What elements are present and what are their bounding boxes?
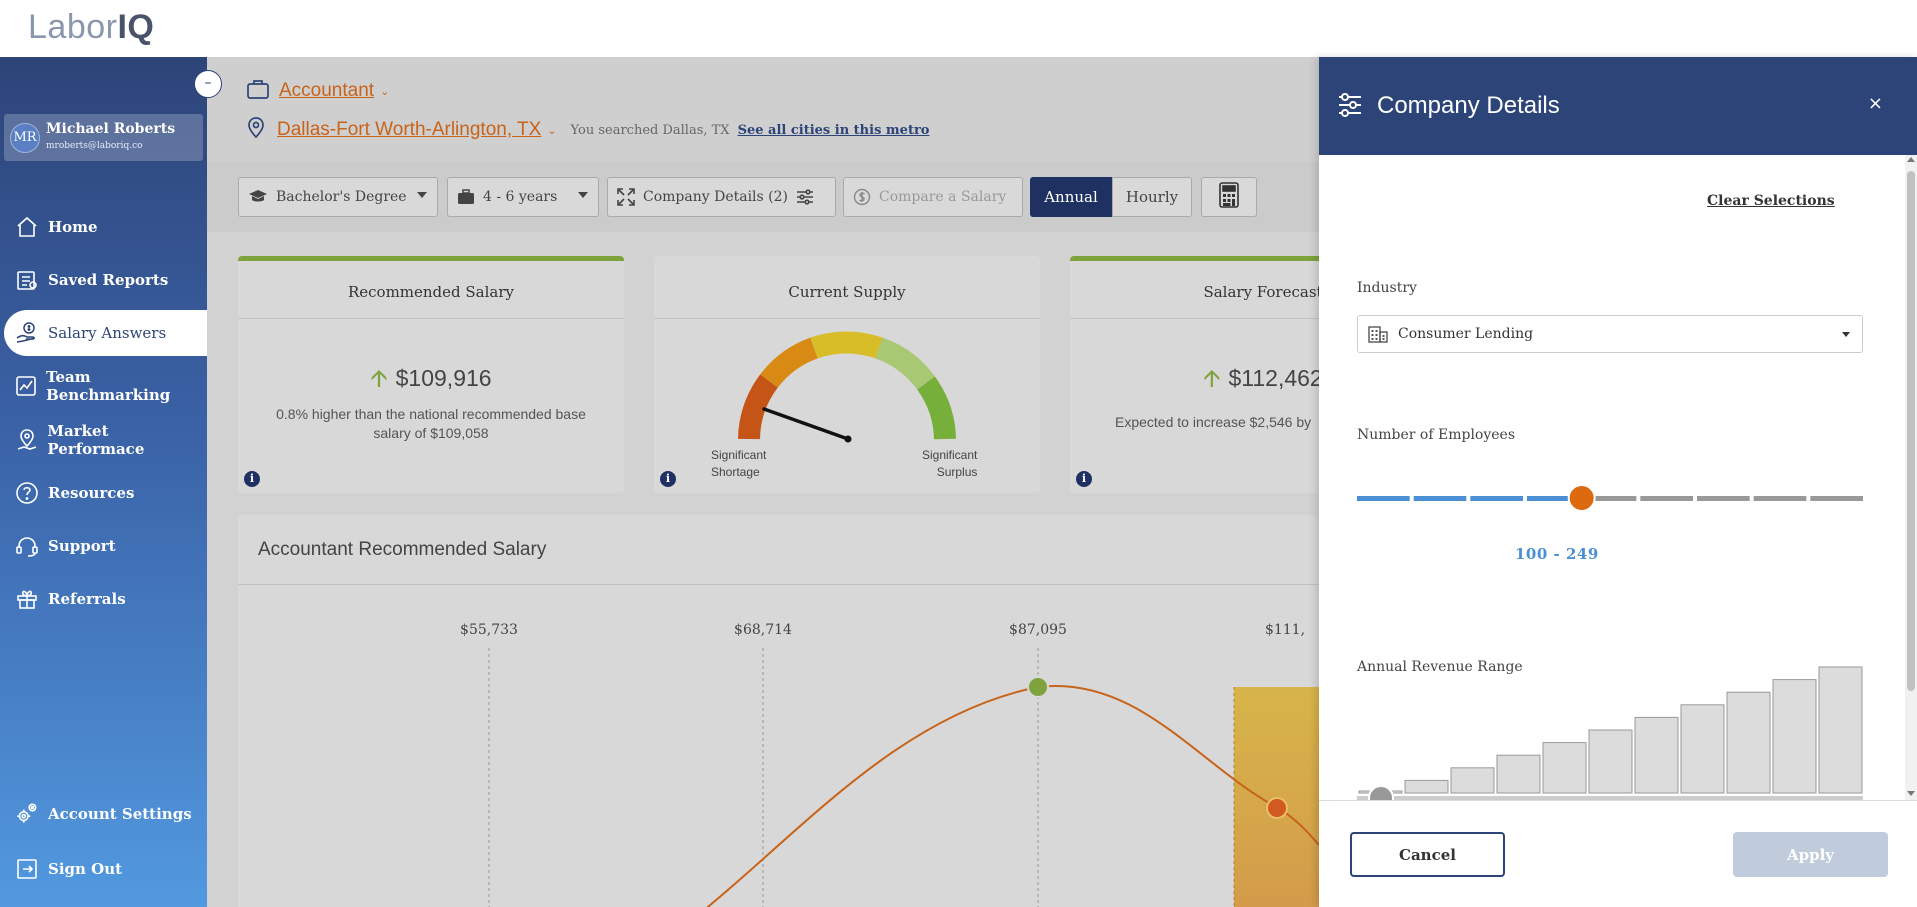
revenue-bar [1404, 779, 1449, 794]
user-email: mroberts@laboriq.co [46, 141, 143, 151]
sidebar: MR Michael Roberts mroberts@laboriq.co H… [0, 57, 207, 907]
laboriq-logo[interactable]: LaborIQ [28, 8, 154, 47]
revenue-bar [1450, 767, 1495, 794]
sidebar-item-support[interactable]: Support [4, 523, 207, 569]
slider-handle[interactable] [1567, 484, 1596, 512]
sidebar-item-home[interactable]: Home [4, 204, 207, 250]
employees-label: Number of Employees [1357, 427, 1516, 443]
sidebar-item-label: Sign Out [48, 860, 123, 878]
sidebar-item-team-benchmarking[interactable]: Team Benchmarking [4, 363, 207, 409]
sidebar-item-label: Home [48, 218, 98, 236]
revenue-slider-handle[interactable] [1368, 785, 1394, 800]
slider-segment[interactable] [1640, 496, 1693, 501]
sidebar-item-sign-out[interactable]: Sign Out [4, 846, 207, 892]
sidebar-item-saved-reports[interactable]: Saved Reports [4, 257, 207, 303]
drawer-body: Clear Selections Industry Consumer Lendi… [1319, 155, 1917, 800]
slider-segment[interactable] [1753, 496, 1807, 501]
drawer-scrollbar[interactable] [1905, 155, 1917, 800]
slider-segment[interactable] [1357, 496, 1410, 501]
top-bar: LaborIQ [0, 0, 1917, 57]
revenue-range-slider[interactable] [1355, 653, 1875, 800]
slider-segment[interactable] [1697, 496, 1750, 501]
sidebar-item-label: Referrals [48, 590, 126, 608]
revenue-bar [1542, 742, 1587, 794]
sidebar-collapse-button[interactable]: – [194, 70, 222, 98]
industry-label: Industry [1357, 280, 1417, 296]
scroll-thumb[interactable] [1907, 171, 1915, 691]
building-icon [1368, 325, 1388, 343]
close-icon[interactable]: × [1868, 93, 1883, 114]
salary-answers-icon [14, 320, 40, 346]
sidebar-item-label: Resources [48, 484, 135, 502]
sidebar-item-market-performance[interactable]: Market Performace [4, 417, 207, 463]
home-icon [14, 214, 40, 240]
revenue-bar [1726, 691, 1771, 794]
sidebar-item-label: Saved Reports [48, 271, 169, 289]
sidebar-item-salary-answers[interactable]: Salary Answers [4, 310, 207, 356]
drawer-title: Company Details [1377, 92, 1560, 119]
revenue-bar [1588, 729, 1633, 794]
sidebar-item-label: Support [48, 537, 116, 555]
modal-backdrop[interactable] [207, 57, 1319, 907]
market-performance-icon [14, 427, 39, 453]
apply-button[interactable]: Apply [1733, 832, 1888, 877]
revenue-bar [1772, 679, 1817, 794]
revenue-bar [1634, 716, 1679, 794]
main-content: Accountant ⌄ Dallas-Fort Worth-Arlington… [207, 57, 1319, 907]
sidebar-item-referrals[interactable]: Referrals [4, 576, 207, 622]
drawer-footer: Cancel Apply [1319, 800, 1917, 907]
drawer-header: Company Details × [1319, 57, 1917, 155]
sidebar-item-account-settings[interactable]: Account Settings [4, 791, 207, 837]
industry-select[interactable]: Consumer Lending [1357, 315, 1863, 353]
gift-icon [14, 586, 40, 612]
revenue-bar [1680, 704, 1725, 794]
company-details-drawer: Company Details × Clear Selections Indus… [1319, 57, 1917, 907]
sidebar-item-label: Market Performace [47, 422, 145, 458]
avatar: MR [10, 123, 40, 153]
slider-segment[interactable] [1810, 496, 1863, 501]
sidebar-item-label: Account Settings [48, 805, 192, 823]
user-name: Michael Roberts [46, 121, 176, 137]
sign-out-icon [14, 856, 40, 882]
slider-segment[interactable] [1413, 496, 1467, 501]
sidebar-item-label: Team Benchmarking [46, 368, 171, 404]
slider-segment[interactable] [1470, 496, 1523, 501]
employees-value: 100 - 249 [1515, 545, 1599, 563]
caret-down-icon [1842, 332, 1850, 337]
cancel-button[interactable]: Cancel [1350, 832, 1505, 877]
scroll-down-icon[interactable] [1907, 791, 1915, 796]
scroll-up-icon[interactable] [1907, 157, 1915, 162]
clear-selections-link[interactable]: Clear Selections [1707, 193, 1835, 209]
sidebar-item-label: Salary Answers [48, 324, 167, 342]
team-benchmarking-icon [14, 373, 38, 399]
saved-reports-icon [14, 267, 40, 293]
resources-icon [14, 480, 40, 506]
revenue-bar [1818, 666, 1863, 794]
sidebar-item-resources[interactable]: Resources [4, 470, 207, 516]
employees-slider[interactable] [1355, 479, 1875, 519]
revenue-bar [1496, 754, 1541, 794]
user-card[interactable]: MR Michael Roberts mroberts@laboriq.co [4, 114, 203, 161]
sliders-icon [1337, 93, 1363, 121]
headset-icon [14, 533, 40, 559]
account-settings-icon [14, 801, 40, 827]
